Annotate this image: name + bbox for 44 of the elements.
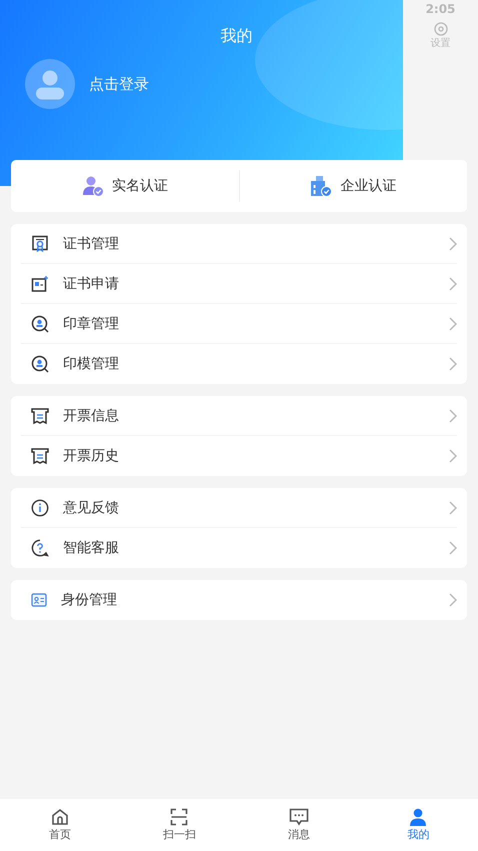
- page-title: 我的: [220, 26, 254, 47]
- scan-icon: [170, 808, 188, 826]
- receipt-icon: [31, 447, 49, 465]
- help-icon: [31, 539, 49, 557]
- chevron-right-icon: [449, 316, 457, 330]
- certificate-icon: [31, 234, 49, 252]
- menu-item[interactable]: 身份管理: [61, 591, 435, 609]
- chat-icon: [288, 808, 309, 826]
- chevron-right-icon: [449, 593, 457, 607]
- seal-search-icon: [31, 355, 49, 373]
- settings-icon[interactable]: [434, 22, 448, 36]
- home-icon: [50, 808, 69, 826]
- info-icon: [31, 498, 49, 516]
- menu-item[interactable]: 开票信息: [63, 406, 435, 424]
- menu-item[interactable]: 证书申请: [63, 274, 435, 292]
- status-time: 2:05: [426, 2, 456, 16]
- nav-tab[interactable]: 扫一扫: [120, 799, 239, 851]
- nav-tab[interactable]: 首页: [0, 799, 120, 851]
- verification-link[interactable]: 企业认证: [340, 177, 396, 195]
- menu-item[interactable]: 证书管理: [63, 234, 435, 252]
- menu-item[interactable]: 印章管理: [63, 314, 435, 332]
- nav-tab[interactable]: 消息: [239, 799, 358, 851]
- building-check-icon: [310, 175, 332, 197]
- chevron-right-icon: [449, 449, 457, 463]
- certificate-add-icon: [31, 274, 49, 292]
- receipt-icon: [31, 406, 49, 424]
- person-icon: [409, 808, 428, 826]
- menu-item[interactable]: 印模管理: [63, 355, 435, 373]
- seal-search-icon: [31, 314, 49, 332]
- avatar-icon[interactable]: [25, 59, 75, 109]
- nav-tab[interactable]: 我的: [358, 799, 478, 851]
- chevron-right-icon: [449, 408, 457, 422]
- menu-item[interactable]: 智能客服: [63, 539, 435, 557]
- chevron-right-icon: [449, 236, 457, 250]
- verification-link[interactable]: 实名认证: [112, 177, 168, 195]
- id-card-icon: [31, 593, 47, 607]
- person-check-icon: [82, 175, 104, 197]
- chevron-right-icon: [449, 500, 457, 514]
- menu-item[interactable]: 意见反馈: [63, 498, 435, 516]
- chevron-right-icon: [449, 541, 457, 555]
- chevron-right-icon: [449, 276, 457, 290]
- chevron-right-icon: [449, 357, 457, 371]
- settings-label: 设置: [430, 36, 450, 50]
- menu-item[interactable]: 开票历史: [63, 447, 435, 465]
